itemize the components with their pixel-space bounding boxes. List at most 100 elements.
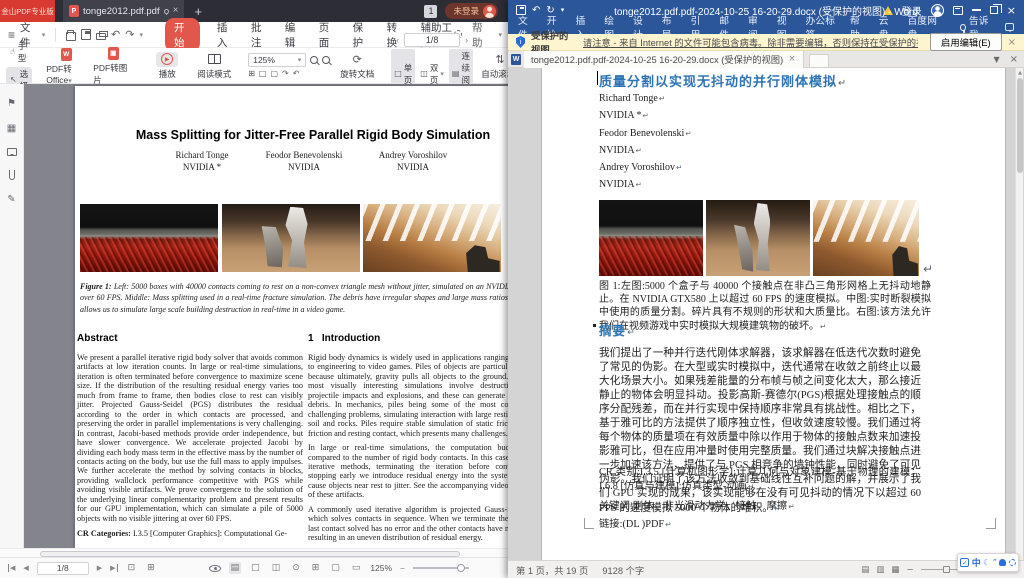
double-page-label: 双页 xyxy=(430,62,439,86)
page-info[interactable]: 第 1 页，共 19 页 xyxy=(516,563,588,577)
style-marker xyxy=(593,324,596,327)
scrollbar-thumb[interactable] xyxy=(40,551,460,557)
read-mode-view-icon[interactable]: ▤ xyxy=(861,565,869,575)
last-page-icon[interactable]: ▶ xyxy=(110,564,117,572)
double-page-view-icon[interactable]: ◫ xyxy=(270,562,283,574)
next-page-icon[interactable]: › xyxy=(465,35,468,45)
figure-image-fracture xyxy=(706,200,810,276)
fit-width-icon[interactable]: ⊞ xyxy=(248,69,255,78)
ime-status-icon[interactable]: ✓ xyxy=(960,558,969,567)
help-menu[interactable]: 帮助 xyxy=(472,20,489,50)
read-mode-button[interactable]: 阅读模式 xyxy=(194,52,234,80)
zoom-slider-knob[interactable] xyxy=(457,564,465,572)
new-document-tab[interactable] xyxy=(809,54,829,67)
doc-line: NVIDIA↵ xyxy=(599,176,692,193)
thumbnails-icon[interactable]: ▦ xyxy=(7,123,16,134)
single-page-view-icon[interactable]: □ xyxy=(249,562,262,574)
signature-icon[interactable]: ✎ xyxy=(7,194,15,205)
paper-author: Andrey Voroshilov NVIDIA xyxy=(355,150,471,173)
undo-icon[interactable]: ↶ xyxy=(111,28,120,41)
next-page-icon[interactable]: ▶ xyxy=(97,564,102,572)
play-button[interactable]: ▶ 播放 xyxy=(147,52,187,80)
first-page-icon[interactable]: ◀ xyxy=(8,564,15,572)
introduction-p3: A commonly used iterative algorithm is p… xyxy=(308,505,512,543)
horizontal-scrollbar[interactable] xyxy=(0,548,512,557)
close-tab-icon[interactable]: × xyxy=(788,54,796,64)
minimize-icon[interactable] xyxy=(972,9,981,10)
ime-chinese-mode-icon[interactable]: 中 xyxy=(972,556,981,569)
pdf-tab-title: tonge2012.pdf.pdf xyxy=(83,6,160,17)
tab-list-dropdown-icon[interactable]: ▼ xyxy=(993,55,999,64)
zoom-out-icon[interactable] xyxy=(310,56,318,64)
status-page-input[interactable]: 1/8 xyxy=(37,562,89,575)
doc-line: NVIDIA↵ xyxy=(599,142,692,159)
prev-page-icon[interactable]: ‹ xyxy=(396,35,399,45)
close-tab-icon[interactable]: × xyxy=(173,6,179,16)
more-icon[interactable]: ▾ xyxy=(139,31,143,39)
fit-page-icon[interactable]: □ xyxy=(259,69,267,78)
zoom-minus-icon[interactable]: − xyxy=(400,564,405,573)
menu-item-annotate[interactable]: 批注 xyxy=(251,20,268,50)
menu-item-home[interactable]: 开始 xyxy=(165,18,200,52)
soldier-silhouette xyxy=(455,239,499,272)
rotate-cw-icon[interactable]: ↷ xyxy=(282,69,289,78)
hand-tool-button[interactable]: ☝ 手型 xyxy=(6,39,32,65)
word-page[interactable]: 质量分割以实现无抖动的并行刚体模拟↵ Richard Tonge↵ NVIDIA… xyxy=(541,68,1006,560)
continuous-view-icon[interactable]: ▤ xyxy=(229,562,242,574)
zoom-select[interactable]: 125% ▾ xyxy=(248,53,306,67)
word-doc-tabbar: W tonge2012.pdf.pdf-2024-10-25 16-20-29.… xyxy=(508,51,1024,68)
menu-item-protect[interactable]: 保护 xyxy=(353,20,370,50)
zoom-in-icon[interactable] xyxy=(322,56,330,64)
menu-item-page[interactable]: 页面 xyxy=(319,20,336,50)
fit-page-icon[interactable]: ▢ xyxy=(329,562,342,574)
view-forward-icon[interactable]: ⊞ xyxy=(145,562,157,574)
close-icon[interactable]: × xyxy=(1007,4,1016,17)
vertical-scrollbar[interactable]: ▲ xyxy=(1015,68,1023,560)
save-icon[interactable] xyxy=(81,29,91,40)
attachment-icon[interactable] xyxy=(9,170,15,180)
fit-visible-icon[interactable]: ▭ xyxy=(350,562,363,574)
page-margin-mark xyxy=(584,518,594,529)
ime-halfwidth-icon[interactable]: ☾ xyxy=(983,558,990,567)
close-icon[interactable]: × xyxy=(1008,37,1016,48)
ime-punctuation-icon[interactable]: ” xyxy=(993,558,997,567)
ime-settings-icon[interactable] xyxy=(1009,559,1016,566)
close-icon[interactable]: × xyxy=(1010,54,1018,65)
eye-icon[interactable] xyxy=(209,565,221,572)
view-back-icon[interactable]: ⊡ xyxy=(126,562,138,574)
web-layout-view-icon[interactable]: ▦ xyxy=(891,565,899,575)
rotate-doc-button[interactable]: ⟳ 旋转文档 xyxy=(337,52,377,80)
redo-icon[interactable]: ↷ xyxy=(125,28,134,41)
comments-icon[interactable] xyxy=(1005,23,1014,31)
fit-width-icon[interactable]: ⊞ xyxy=(310,562,322,574)
rotate-ccw-icon[interactable]: ↶ xyxy=(293,69,300,78)
notification-badge[interactable]: 1 xyxy=(424,5,437,18)
abstract-heading: Abstract xyxy=(77,333,303,344)
autoplay-icon[interactable]: ⊙ xyxy=(290,562,302,574)
pdf-to-office-button[interactable]: W PDF转Office▾ xyxy=(46,47,86,85)
pin-icon[interactable] xyxy=(163,7,170,14)
menu-item-insert[interactable]: 插入 xyxy=(217,20,234,50)
print-layout-view-icon[interactable]: ▥ xyxy=(876,565,884,575)
menu-item-edit[interactable]: 编辑 xyxy=(285,20,302,50)
zoom-slider-knob[interactable] xyxy=(943,566,950,573)
pdf-to-image-button[interactable]: ▣ PDF转图片 xyxy=(93,46,133,86)
zoom-slider[interactable] xyxy=(413,567,469,569)
crop-icon[interactable]: ▢ xyxy=(270,69,278,78)
prev-page-icon[interactable]: ◀ xyxy=(23,564,28,572)
page-indicator-input[interactable]: 1/8 xyxy=(404,33,460,47)
open-file-icon[interactable] xyxy=(66,32,76,41)
new-tab-button[interactable]: + xyxy=(194,4,202,19)
ime-account-icon[interactable] xyxy=(999,559,1006,566)
word-document-tab[interactable]: tonge2012.pdf.pdf-2024-10-25 16-20-29.do… xyxy=(524,51,804,68)
zoom-minus-icon[interactable]: − xyxy=(906,565,913,575)
scrollbar-thumb[interactable] xyxy=(1017,78,1023,173)
enable-editing-button[interactable]: 启用编辑(E) xyxy=(930,33,1002,51)
scroll-up-icon[interactable]: ▲ xyxy=(1016,70,1024,76)
rotate-doc-icon: ⟳ xyxy=(353,53,362,66)
print-icon[interactable] xyxy=(96,33,106,40)
word-count[interactable]: 9128 个字 xyxy=(602,563,644,577)
single-page-label: 单页 xyxy=(404,62,413,86)
comment-icon[interactable] xyxy=(7,148,17,156)
bookmark-icon[interactable]: ⚑ xyxy=(7,98,16,109)
